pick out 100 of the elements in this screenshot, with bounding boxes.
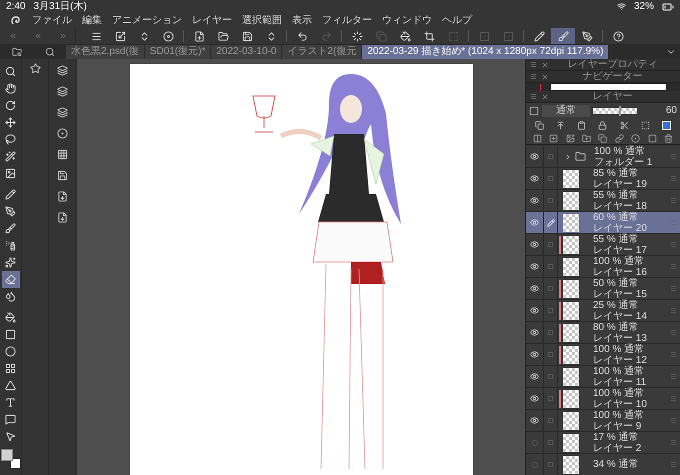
lock-icon[interactable] [598,120,608,130]
checkbox[interactable] [548,330,553,335]
layer-row[interactable]: 60 % 通常 レイヤー 20 [526,212,680,234]
eye-icon[interactable] [530,240,539,249]
drag-handle-icon[interactable] [670,329,677,336]
download-icon[interactable] [57,212,68,223]
trash-icon[interactable] [664,134,674,142]
checkbox[interactable] [548,308,553,313]
layers-icon[interactable] [57,86,68,97]
menu-item[interactable]: レイヤー [192,16,232,26]
eye-icon[interactable] [530,306,539,315]
clipboard-icon[interactable] [577,120,586,130]
menu-item[interactable]: ウィンドウ [382,16,432,26]
close-icon[interactable] [541,60,549,68]
layer-row[interactable]: 25 % 通常 レイヤー 14 [526,300,680,322]
checkbox[interactable] [548,418,553,423]
menu-item[interactable]: ヘルプ [442,16,472,26]
toolbar-button[interactable] [551,28,575,44]
duplicate-icon[interactable] [598,134,608,142]
drag-handle-icon[interactable] [670,241,677,248]
drag-handle-icon[interactable] [670,461,677,468]
new-folder-icon[interactable] [582,134,592,142]
menu-icon[interactable] [530,73,537,80]
menu-icon[interactable] [530,61,537,68]
eye-icon[interactable] [530,174,539,183]
opacity-slider-thumb[interactable] [619,106,622,116]
checkbox[interactable] [548,286,553,291]
navigator-preview[interactable] [526,83,680,91]
drag-handle-icon[interactable] [670,373,677,380]
drag-handle-icon[interactable] [670,197,677,204]
checkbox[interactable] [548,242,553,247]
layer-row[interactable]: 80 % 通常 レイヤー 13 [526,322,680,344]
app-logo-icon[interactable] [10,14,22,26]
checkbox[interactable] [548,374,553,379]
menu-icon[interactable] [530,93,537,100]
document-tab[interactable]: イラスト2(復元 [282,45,362,59]
menu-item[interactable]: アニメーション [112,16,182,26]
menu-item[interactable]: フィルター [322,16,372,26]
image-add-icon[interactable] [566,134,575,142]
layer-row[interactable]: 100 % 通常 レイヤー 9 [526,410,680,432]
layer-row[interactable]: 100 % 通常 レイヤー 11 [526,366,680,388]
canvas[interactable] [130,64,472,475]
tool-button[interactable] [2,271,20,288]
menu-item[interactable]: 編集 [82,16,102,26]
expand-icon[interactable] [58,32,66,40]
eye-icon[interactable] [530,394,539,403]
square-icon[interactable] [648,134,657,142]
drag-handle-icon[interactable] [670,153,677,160]
eye-icon[interactable] [530,372,539,381]
blend-mode-dropdown[interactable]: 通常 [542,104,590,116]
layer-row[interactable]: 100 % 通常 レイヤー 16 [526,256,680,278]
drag-handle-icon[interactable] [670,395,677,402]
square-icon[interactable] [529,106,539,116]
folder-icon[interactable] [12,47,22,57]
checkbox[interactable] [548,264,553,269]
drag-handle-icon[interactable] [670,439,677,446]
drag-handle-icon[interactable] [670,263,677,270]
menu-item[interactable]: 表示 [292,16,312,26]
drag-handle-icon[interactable] [670,351,677,358]
collapse-icon[interactable] [34,32,42,40]
layer-row[interactable]: 100 % 通常 レイヤー 10 [526,388,680,410]
layer-row[interactable]: 100 % 通常 レイヤー 12 [526,344,680,366]
close-icon[interactable] [541,92,549,100]
checkbox[interactable] [548,176,553,181]
checkbox[interactable] [548,440,553,445]
layer-row[interactable]: 50 % 通常 レイヤー 15 [526,278,680,300]
eye-icon[interactable] [530,284,539,293]
document-tab[interactable]: 2022-03-10-0 [211,45,282,59]
checkbox[interactable] [548,462,553,467]
layers-icon[interactable] [57,65,68,76]
search-icon[interactable] [44,47,54,57]
checkbox[interactable] [548,198,553,203]
checkbox[interactable] [548,396,553,401]
hidden-toggle[interactable] [532,462,538,468]
eye-icon[interactable] [530,328,539,337]
foreground-color-swatch[interactable] [0,449,12,461]
eye-icon[interactable] [530,196,539,205]
chevron-right-icon[interactable] [564,152,572,160]
new-layer-icon[interactable] [549,134,558,142]
menu-item[interactable]: 選択範囲 [242,16,282,26]
scissors-icon[interactable] [620,120,629,130]
drag-handle-icon[interactable] [670,307,677,314]
background-color-swatch[interactable] [10,458,20,469]
drag-handle-icon[interactable] [670,175,677,182]
eye-icon[interactable] [530,262,539,271]
layer-row[interactable]: 55 % 通常 レイヤー 17 [526,234,680,256]
save-icon[interactable] [57,170,68,181]
layer-row[interactable]: 85 % 通常 レイヤー 19 [526,168,680,190]
document-tab[interactable]: 2022-03-29 描き始め* (1024 x 1280px 72dpi 117.9%) [362,45,608,59]
layer-row[interactable]: 100 % 通常 フォルダー 1 [526,146,680,168]
menu-item[interactable]: ファイル [32,16,72,26]
drag-handle-icon[interactable] [670,417,677,424]
document-tab[interactable]: 水色黒2.psd(復 [66,45,144,59]
collapse-icon[interactable] [8,32,16,40]
eye-icon[interactable] [530,350,539,359]
drag-handle-icon[interactable] [670,285,677,292]
layer-color-icon[interactable] [662,120,671,130]
document-tab[interactable]: SD01(復元)* [144,45,210,59]
copy-icon[interactable] [535,120,544,130]
drag-handle-icon[interactable] [670,219,677,226]
